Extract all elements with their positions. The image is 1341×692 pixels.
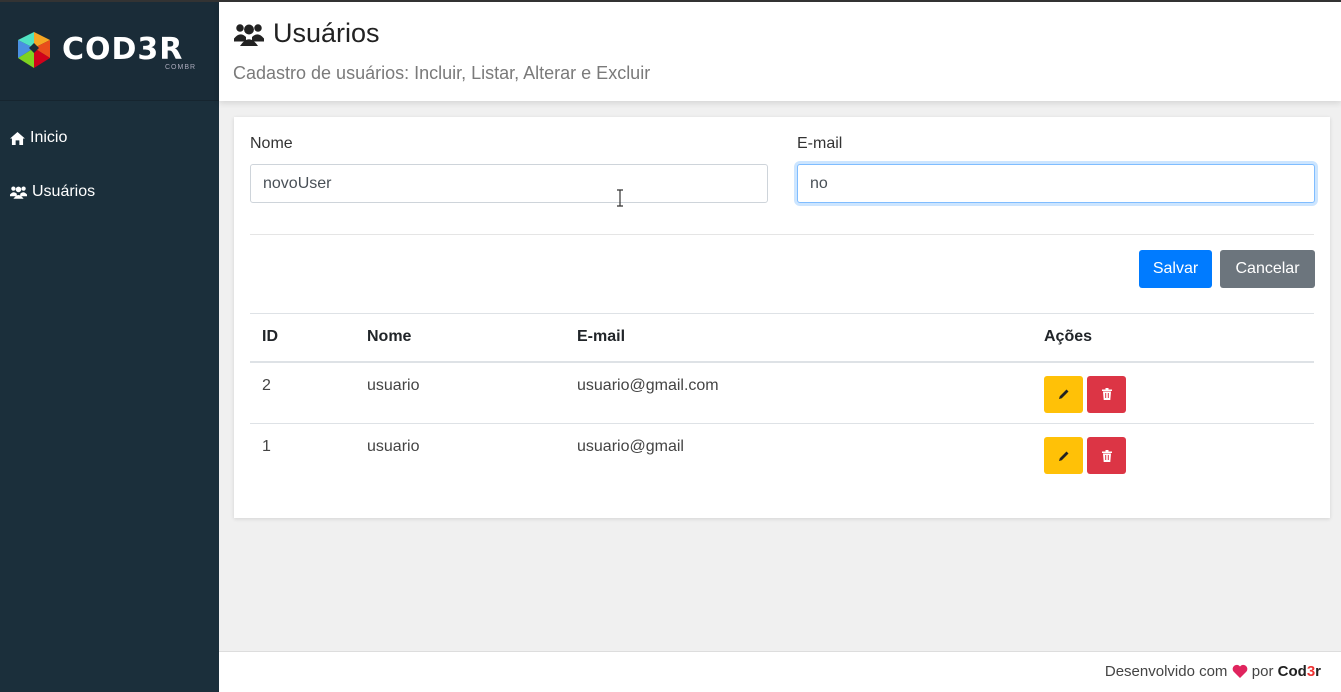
trash-icon: [1101, 388, 1112, 400]
delete-button[interactable]: [1087, 437, 1126, 474]
email-label: E-mail: [797, 135, 843, 152]
cell-id: 1: [262, 438, 271, 455]
cell-id: 2: [250, 361, 355, 424]
column-header-nome: Nome: [355, 313, 565, 363]
pencil-icon: [1058, 389, 1068, 399]
page-header: Usuários Cadastro de usuários: Incluir, …: [219, 2, 1341, 101]
logo-subtext: COMBR: [165, 64, 197, 71]
name-field[interactable]: [250, 164, 768, 203]
trash-icon: [1101, 449, 1112, 462]
column-header-id: ID: [250, 313, 355, 363]
pencil-icon: [1058, 451, 1068, 461]
name-label: Nome: [250, 135, 293, 152]
page-title: Usuários: [233, 18, 1341, 49]
text-cursor-icon: [617, 189, 623, 207]
sidebar-nav: Inicio Usuários: [0, 101, 219, 219]
footer-text: Desenvolvido com: [1104, 663, 1228, 680]
table-row: 1 usuario usuario@gmail: [250, 424, 1314, 486]
sidebar-item-label: Usuários: [32, 183, 96, 200]
cell-email: usuario@gmail: [577, 438, 684, 455]
users-table: ID Nome E-mail Ações 2 usuario usuario@g…: [250, 313, 1314, 486]
home-icon: [10, 131, 25, 145]
save-button[interactable]: Salvar: [1139, 250, 1212, 288]
logo-text: COD3R: [62, 32, 184, 67]
sidebar: COD3R COMBR Inicio Usuários: [0, 0, 219, 692]
brand-part: r: [1315, 663, 1321, 680]
brand-part: Cod: [1277, 663, 1307, 680]
table-header-row: ID Nome E-mail Ações: [250, 313, 1314, 363]
cell-name: usuario: [367, 438, 420, 455]
edit-button[interactable]: [1044, 437, 1083, 474]
cell-actions: [1032, 424, 1314, 486]
logo[interactable]: COD3R COMBR: [0, 0, 219, 101]
email-field[interactable]: [797, 164, 1315, 203]
footer: Desenvolvido com por Cod3r: [219, 651, 1341, 692]
cell-email: usuario@gmail.com: [565, 361, 1032, 424]
cell-actions: [1032, 361, 1314, 424]
sidebar-item-usuarios[interactable]: Usuários: [0, 165, 219, 219]
edit-button[interactable]: [1044, 375, 1083, 413]
users-icon: [10, 186, 27, 199]
delete-button[interactable]: [1087, 375, 1126, 413]
table-row: 2 usuario usuario@gmail.com: [250, 361, 1314, 424]
top-border: [0, 0, 1341, 2]
footer-by: por: [1251, 663, 1274, 680]
cell-name: usuario: [355, 361, 565, 424]
footer-brand[interactable]: Cod3r: [1278, 663, 1321, 680]
column-header-email: E-mail: [565, 313, 1032, 363]
users-icon: [234, 23, 264, 46]
column-header-acoes: Ações: [1032, 313, 1314, 363]
divider: [250, 234, 1314, 235]
sidebar-item-label: Inicio: [30, 129, 68, 146]
sidebar-item-inicio[interactable]: Inicio: [0, 111, 219, 165]
brand-part: 3: [1306, 663, 1316, 680]
page-title-text: Usuários: [273, 18, 380, 48]
cancel-button[interactable]: Cancelar: [1220, 250, 1315, 288]
heart-icon: [1232, 664, 1247, 678]
user-form-card: Nome E-mail Salvar Cancelar ID Nome E-ma…: [234, 117, 1330, 518]
page-subtitle: Cadastro de usuários: Incluir, Listar, A…: [233, 63, 651, 83]
logo-icon: [18, 32, 50, 68]
